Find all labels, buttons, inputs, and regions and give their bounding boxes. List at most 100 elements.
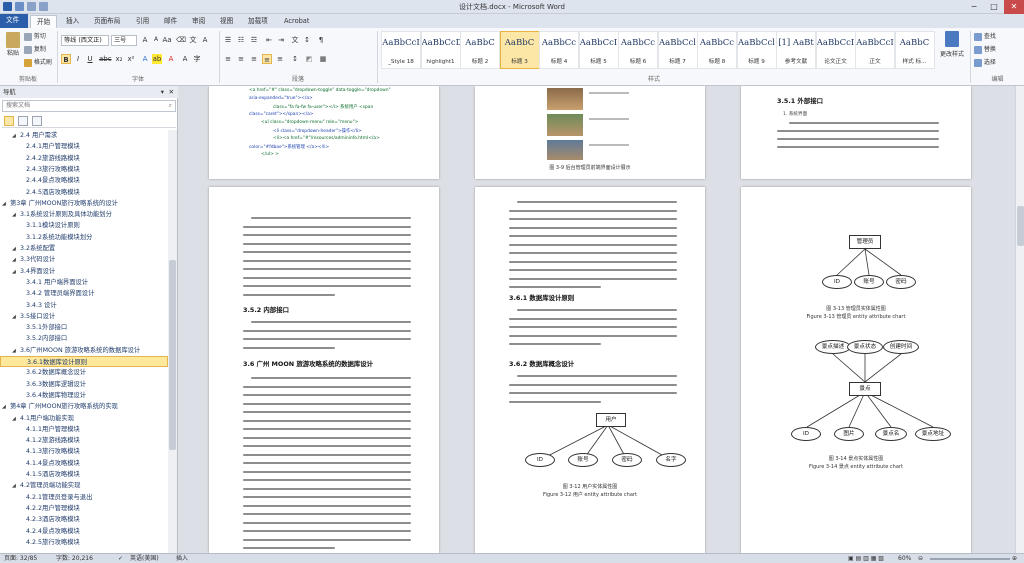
- nav-item[interactable]: 2.4.3旅行攻略模块: [0, 164, 168, 175]
- nav-item[interactable]: 4.1.3旅行攻略模块: [0, 446, 168, 457]
- nav-item[interactable]: 2.4.2旅游线路模块: [0, 153, 168, 164]
- nav-item[interactable]: ◢ 2.4 用户需求: [0, 130, 168, 141]
- nav-item[interactable]: 2.4.4景点攻略模块: [0, 175, 168, 186]
- chinese-layout-icon[interactable]: 文: [290, 35, 300, 45]
- style-item[interactable]: [1] AaBt 参考文献: [776, 31, 816, 69]
- nav-item[interactable]: ◢ 第3章 广州MOON旅行攻略系统的设计: [0, 198, 168, 209]
- shading-icon[interactable]: ◩: [304, 54, 314, 64]
- spellcheck-icon[interactable]: ✓: [118, 554, 123, 563]
- nav-item[interactable]: ◢ 3.1系统设计原则及具体功能划分: [0, 209, 168, 220]
- align-left-icon[interactable]: ≡: [223, 54, 233, 64]
- nav-item[interactable]: ◢ 3.5接口设计: [0, 311, 168, 322]
- search-icon[interactable]: ⌕: [169, 101, 172, 111]
- replace-button[interactable]: 替换: [974, 44, 996, 54]
- nav-item[interactable]: 3.1.1模块设计原则: [0, 220, 168, 231]
- enclose-char-icon[interactable]: 字: [192, 54, 202, 64]
- style-item[interactable]: AaBbCcI 标题 5: [578, 31, 619, 69]
- insert-mode[interactable]: 插入: [176, 554, 188, 563]
- nav-item[interactable]: ◢ 4.1用户端功能实现: [0, 413, 168, 424]
- distribute-icon[interactable]: ≡: [275, 54, 285, 64]
- char-shading-icon[interactable]: A: [180, 54, 190, 64]
- nav-scroll-thumb[interactable]: [169, 260, 176, 450]
- view-buttons[interactable]: ▣ ▤ ▥ ▦ ▧: [848, 554, 884, 563]
- bold-icon[interactable]: B: [61, 54, 71, 64]
- borders-icon[interactable]: ▦: [318, 54, 328, 64]
- nav-item[interactable]: ◢ 4.2管理员端功能实现: [0, 480, 168, 491]
- clear-format-icon[interactable]: ⌫: [176, 35, 186, 45]
- shrink-font-icon[interactable]: A: [151, 35, 161, 45]
- nav-item[interactable]: 2.4.1用户管理模块: [0, 141, 168, 152]
- copy-button[interactable]: 复制: [24, 44, 46, 54]
- style-item[interactable]: AaBbCc 标题 8: [697, 31, 737, 69]
- nav-item[interactable]: 4.2.2用户管理模块: [0, 503, 168, 514]
- nav-item[interactable]: 3.6.1数据库设计原则: [0, 356, 168, 367]
- tab-mailings[interactable]: 邮件: [158, 15, 183, 28]
- nav-close-icon[interactable]: ✕: [169, 86, 174, 98]
- format-painter-button[interactable]: 格式刷: [24, 57, 52, 67]
- minimize-button[interactable]: −: [964, 0, 984, 14]
- bullets-icon[interactable]: ☰: [223, 35, 233, 45]
- decrease-indent-icon[interactable]: ⇤: [264, 35, 274, 45]
- tab-page-layout[interactable]: 页面布局: [88, 15, 126, 28]
- word-count[interactable]: 字数: 20,216: [56, 554, 93, 563]
- nav-item[interactable]: 3.1.2系统功能模块划分: [0, 232, 168, 243]
- tab-home[interactable]: 开始: [30, 15, 58, 28]
- nav-scrollbar[interactable]: [168, 130, 177, 553]
- style-item[interactable]: AaBbCcDd highlight1: [420, 31, 461, 69]
- nav-item[interactable]: 3.4.2 管理员端界面设计: [0, 288, 168, 299]
- nav-item[interactable]: ◢ 3.3代码设计: [0, 254, 168, 265]
- increase-indent-icon[interactable]: ⇥: [276, 35, 286, 45]
- style-item[interactable]: AaBbCcI 论文正文: [815, 31, 856, 69]
- nav-item[interactable]: ◢ 3.4界面设计: [0, 266, 168, 277]
- language[interactable]: 英语(美国): [130, 554, 159, 563]
- nav-item[interactable]: 3.4.1 用户端界面设计: [0, 277, 168, 288]
- style-item[interactable]: AaBbCc 标题 6: [618, 31, 658, 69]
- zoom-in-icon[interactable]: ⊕: [1012, 554, 1017, 563]
- document-scroll-thumb[interactable]: [1017, 206, 1024, 246]
- sort-icon[interactable]: ↕: [302, 35, 312, 45]
- nav-item[interactable]: 3.6.2数据库概念设计: [0, 367, 168, 378]
- align-right-icon[interactable]: ≡: [249, 54, 259, 64]
- tab-file[interactable]: 文件: [0, 14, 28, 28]
- font-size-select[interactable]: 三号: [111, 35, 137, 46]
- nav-item[interactable]: 2.4.5酒店攻略模块: [0, 187, 168, 198]
- nav-item[interactable]: 4.1.2旅游线路模块: [0, 435, 168, 446]
- nav-item[interactable]: 4.2.4景点攻略模块: [0, 526, 168, 537]
- nav-item[interactable]: 4.1.1用户管理模块: [0, 424, 168, 435]
- nav-menu-icon[interactable]: ▾: [161, 86, 164, 98]
- style-item[interactable]: AaBbCc 标题 4: [539, 31, 579, 69]
- zoom-level[interactable]: 60%: [898, 554, 911, 563]
- document-scrollbar[interactable]: [1015, 86, 1024, 553]
- nav-item[interactable]: 4.2.3酒店攻略模块: [0, 514, 168, 525]
- select-button[interactable]: 选择: [974, 57, 996, 67]
- cut-button[interactable]: 剪切: [24, 31, 46, 41]
- nav-item[interactable]: 3.5.1外部接口: [0, 322, 168, 333]
- nav-item[interactable]: ◢ 3.2系统配置: [0, 243, 168, 254]
- tab-acrobat[interactable]: Acrobat: [278, 15, 315, 28]
- change-styles-button[interactable]: 更改样式: [938, 31, 966, 58]
- phonetic-icon[interactable]: 文: [188, 35, 198, 45]
- style-item[interactable]: AaBbCcl 标题 7: [657, 31, 698, 69]
- tab-addins[interactable]: 加载项: [242, 15, 274, 28]
- show-marks-icon[interactable]: ¶: [316, 35, 326, 45]
- font-name-select[interactable]: 等线 (西文正): [61, 35, 109, 46]
- nav-item[interactable]: 3.4.3 设计: [0, 300, 168, 311]
- nav-item[interactable]: ◢ 第4章 广州MOON旅行攻略系统的实现: [0, 401, 168, 412]
- tab-insert[interactable]: 插入: [60, 15, 85, 28]
- tab-references[interactable]: 引用: [130, 15, 155, 28]
- style-item[interactable]: AaBbC 标题 3: [499, 31, 540, 69]
- close-button[interactable]: ✕: [1004, 0, 1024, 14]
- char-border-icon[interactable]: A: [200, 35, 210, 45]
- style-item[interactable]: AaBbCcI 正文: [855, 31, 895, 69]
- pages-view-icon[interactable]: [18, 116, 28, 126]
- maximize-button[interactable]: □: [984, 0, 1004, 14]
- zoom-slider[interactable]: [930, 558, 1010, 560]
- grow-font-icon[interactable]: A: [140, 35, 150, 45]
- nav-item[interactable]: 4.2.5旅行攻略模块: [0, 537, 168, 548]
- text-effects-icon[interactable]: A: [140, 54, 150, 64]
- font-color-icon[interactable]: A: [166, 54, 176, 64]
- tab-view[interactable]: 视图: [214, 15, 239, 28]
- numbering-icon[interactable]: ☷: [236, 35, 246, 45]
- style-item[interactable]: AaBbC 样式 标...: [894, 31, 935, 69]
- results-view-icon[interactable]: [32, 116, 42, 126]
